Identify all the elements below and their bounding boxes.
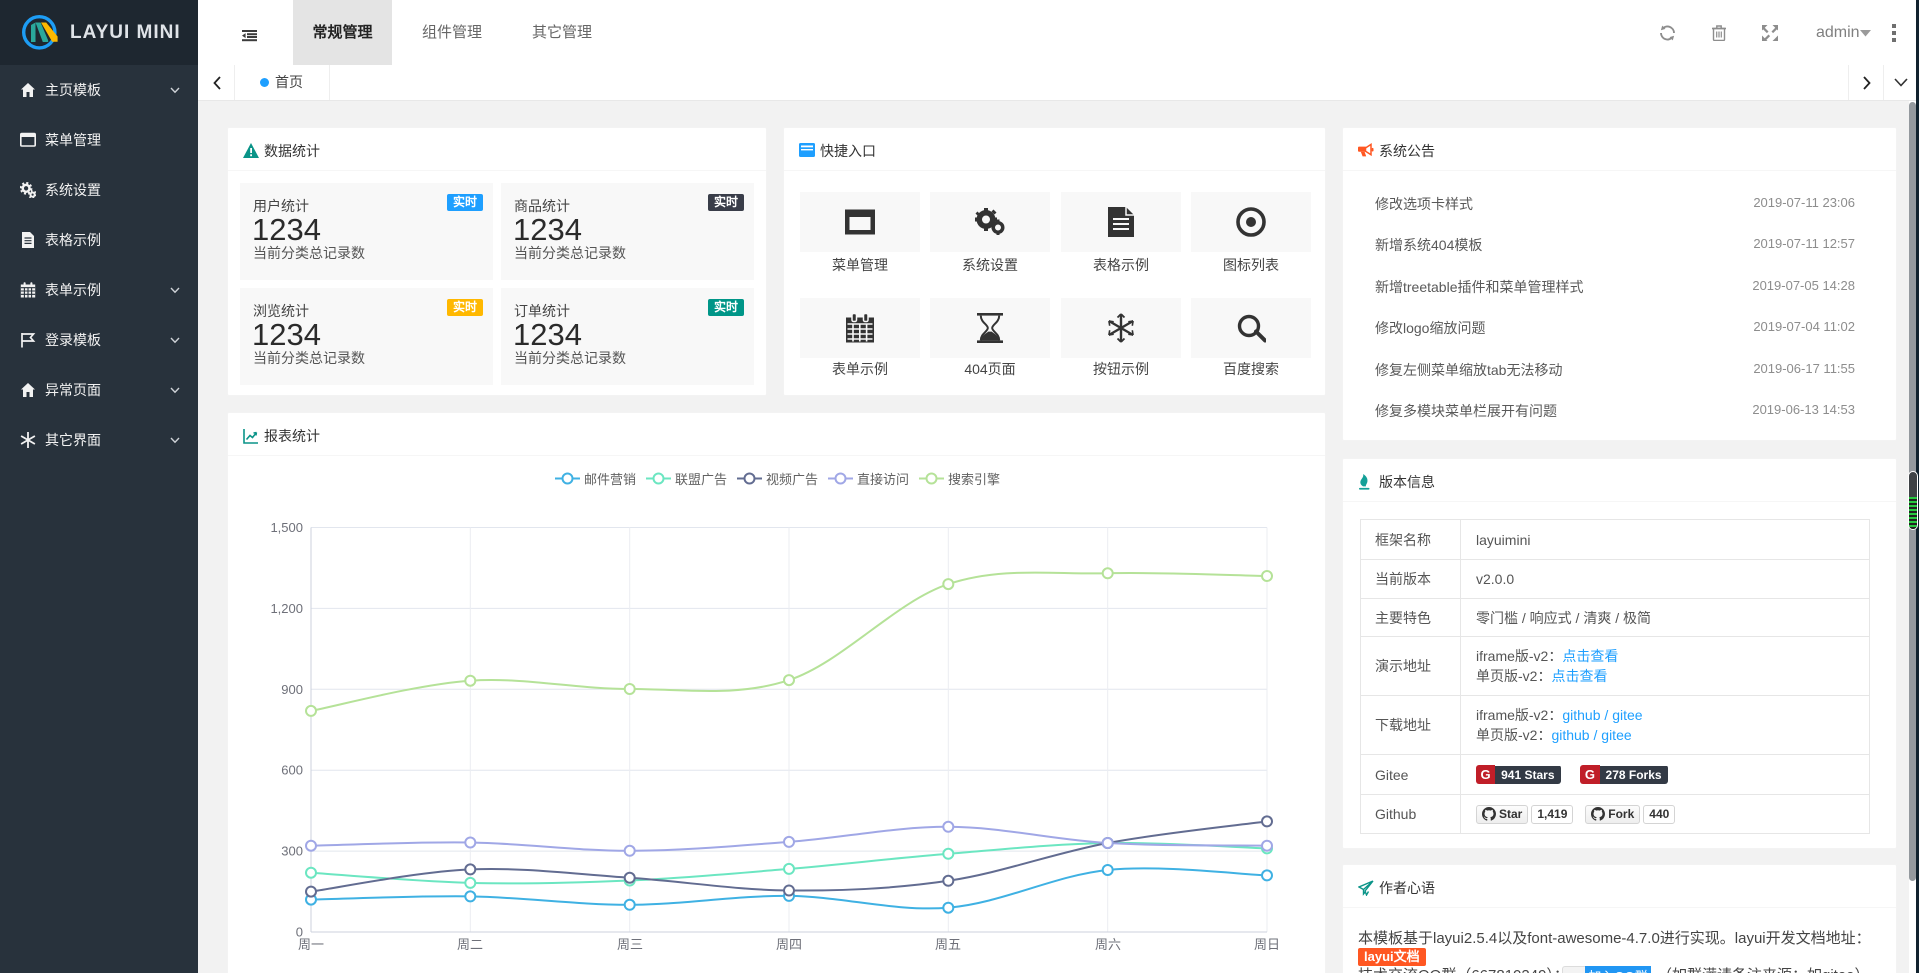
svg-text:周一: 周一 xyxy=(298,937,324,952)
svg-text:周日: 周日 xyxy=(1254,937,1280,952)
svg-text:周五: 周五 xyxy=(935,937,961,952)
svg-text:周三: 周三 xyxy=(617,937,643,952)
svg-text:周二: 周二 xyxy=(457,937,483,952)
svg-text:600: 600 xyxy=(281,763,303,778)
svg-text:900: 900 xyxy=(281,682,303,697)
svg-text:1,500: 1,500 xyxy=(270,520,303,535)
svg-text:周六: 周六 xyxy=(1095,937,1121,952)
svg-text:1,200: 1,200 xyxy=(270,601,303,616)
svg-text:周四: 周四 xyxy=(776,937,802,952)
svg-text:300: 300 xyxy=(281,844,303,859)
